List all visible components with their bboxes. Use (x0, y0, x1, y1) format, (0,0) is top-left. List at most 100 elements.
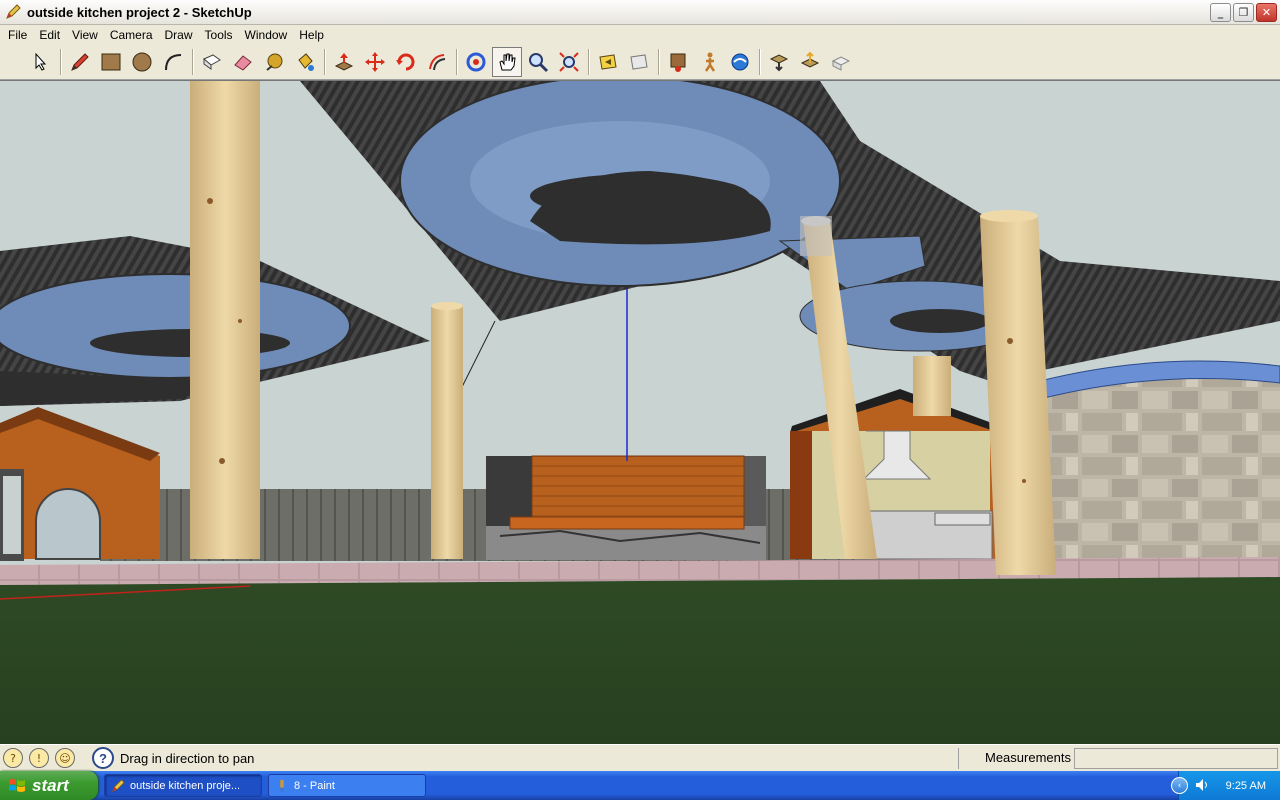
push-pull-icon (334, 53, 354, 71)
minimize-icon: _ (1217, 6, 1224, 19)
zoom-extents-tool-button[interactable] (554, 47, 584, 77)
taskbar-item-label: 8 - Paint (294, 779, 335, 792)
move-icon (365, 52, 385, 72)
menu-edit[interactable]: Edit (33, 25, 66, 45)
offset-tool-button[interactable] (422, 47, 452, 77)
rectangle-icon (101, 53, 121, 71)
look-around-icon (731, 53, 749, 71)
close-icon: ✕ (1261, 6, 1272, 19)
menu-help[interactable]: Help (293, 25, 330, 45)
window-controls: _ ❐ ✕ (1210, 3, 1277, 22)
menu-window[interactable]: Window (239, 25, 294, 45)
title-bar: outside kitchen project 2 - SketchUp _ ❐… (0, 0, 1280, 25)
pan-hand-icon (499, 53, 516, 71)
status-bar: ? ! ☺ ? Drag in direction to pan Measure… (0, 744, 1280, 771)
taskbar-item-label: outside kitchen proje... (130, 779, 241, 792)
measurements-input[interactable] (1074, 748, 1278, 769)
taskbar-item-sketchup[interactable]: outside kitchen proje... (104, 774, 262, 797)
share-model-icon (800, 51, 820, 68)
menu-camera[interactable]: Camera (104, 25, 159, 45)
windows-taskbar: start outside kitchen proje... 8 - Paint… (0, 771, 1280, 800)
menu-file[interactable]: File (2, 25, 33, 45)
grill-counter (486, 455, 766, 560)
3d-scene[interactable] (0, 81, 1280, 744)
orbit-icon (466, 52, 486, 72)
toolbar-separator (60, 49, 62, 75)
clock: 9:25 AM (1225, 779, 1266, 792)
menu-draw[interactable]: Draw (159, 25, 199, 45)
component-icon (203, 54, 221, 70)
minimize-button[interactable]: _ (1210, 3, 1231, 22)
geo-location-icon[interactable]: ? (3, 748, 23, 768)
arrow-cursor-icon (35, 52, 47, 71)
taskbar-item-paint[interactable]: 8 - Paint (268, 774, 426, 797)
window-title: outside kitchen project 2 - SketchUp (27, 4, 252, 20)
share-component-icon (831, 56, 851, 71)
start-button[interactable]: start (0, 771, 98, 800)
toolbar-separator (456, 49, 458, 75)
start-label: start (32, 775, 69, 795)
close-button[interactable]: ✕ (1256, 3, 1277, 22)
get-models-button[interactable] (764, 47, 794, 77)
windows-logo-icon (9, 778, 25, 792)
look-around-button[interactable] (725, 47, 755, 77)
paint-icon (279, 779, 285, 792)
pencil-icon (71, 53, 89, 71)
status-instruction: Drag in direction to pan (120, 750, 255, 766)
get-models-icon (769, 54, 789, 72)
previous-view-icon (599, 54, 617, 70)
rectangle-tool-button[interactable] (96, 47, 126, 77)
status-divider (958, 748, 959, 769)
main-toolbar (0, 45, 1280, 80)
circle-tool-button[interactable] (127, 47, 157, 77)
menu-view[interactable]: View (66, 25, 104, 45)
tape-measure-tool-button[interactable] (259, 47, 289, 77)
share-component-button[interactable] (826, 47, 856, 77)
eraser-tool-button[interactable] (228, 47, 258, 77)
restore-icon: ❐ (1238, 6, 1249, 19)
chevron-left-icon[interactable]: ‹ (1171, 777, 1188, 794)
speaker-icon[interactable] (1195, 778, 1209, 792)
paint-bucket-tool-button[interactable] (290, 47, 320, 77)
status-icons: ? ! ☺ (0, 748, 92, 768)
position-camera-button[interactable] (663, 47, 693, 77)
column-4 (913, 356, 951, 416)
previous-view-button[interactable] (593, 47, 623, 77)
credits-icon[interactable]: ! (29, 748, 49, 768)
push-pull-tool-button[interactable] (329, 47, 359, 77)
column-2 (431, 302, 463, 559)
tape-measure-icon (266, 53, 283, 71)
move-tool-button[interactable] (360, 47, 390, 77)
arc-tool-button[interactable] (158, 47, 188, 77)
share-model-button[interactable] (795, 47, 825, 77)
curved-stone-wall (1039, 360, 1280, 575)
toolbar-separator (324, 49, 326, 75)
eraser-icon (234, 55, 252, 71)
make-component-button[interactable] (197, 47, 227, 77)
user-icon[interactable]: ☺ (55, 748, 75, 768)
toolbar-separator (759, 49, 761, 75)
paint-bucket-icon (298, 53, 314, 71)
walk-tool-button[interactable] (694, 47, 724, 77)
help-icon[interactable]: ? (92, 747, 114, 769)
line-tool-button[interactable] (65, 47, 95, 77)
system-tray: ‹ 9:25 AM (1171, 771, 1280, 800)
menu-tools[interactable]: Tools (199, 25, 239, 45)
toolbar-separator (658, 49, 660, 75)
column-1 (190, 81, 260, 559)
orbit-tool-button[interactable] (461, 47, 491, 77)
zoom-extents-icon (559, 52, 579, 72)
select-tool-button[interactable] (26, 47, 56, 77)
lawn (0, 577, 1280, 744)
restore-button[interactable]: ❐ (1233, 3, 1254, 22)
position-camera-icon (670, 53, 686, 72)
modeling-viewport[interactable] (0, 80, 1280, 744)
pan-tool-button[interactable] (492, 47, 522, 77)
next-view-button[interactable] (624, 47, 654, 77)
offset-icon (429, 54, 446, 71)
menu-bar: File Edit View Camera Draw Tools Window … (0, 25, 1280, 45)
walk-icon (704, 52, 716, 72)
rotate-tool-button[interactable] (391, 47, 421, 77)
circle-icon (132, 52, 152, 72)
zoom-tool-button[interactable] (523, 47, 553, 77)
